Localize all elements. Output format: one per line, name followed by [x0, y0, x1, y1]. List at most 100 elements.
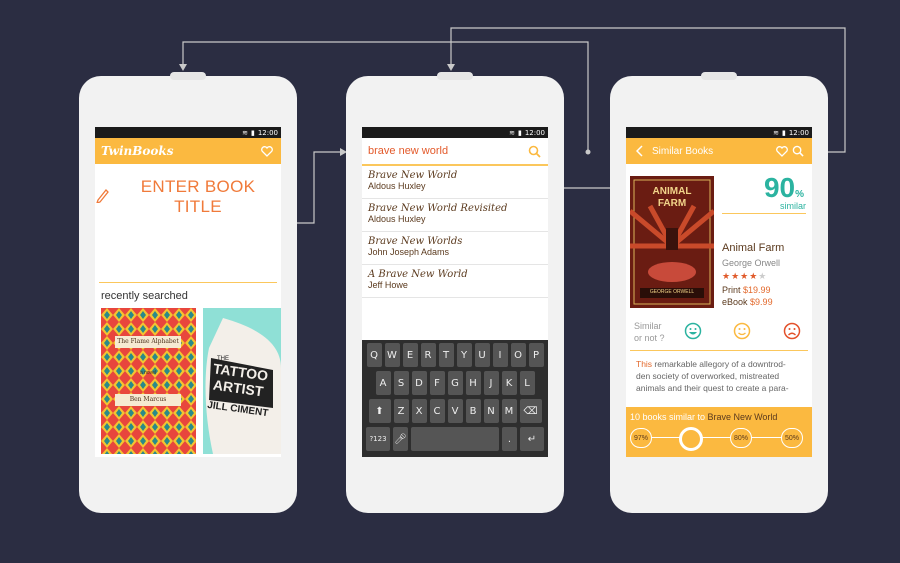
slider-stop-80[interactable]: 80%	[730, 428, 752, 448]
enter-book-title-button[interactable]: ENTER BOOK TITLE	[95, 177, 281, 217]
heart-icon[interactable]	[259, 143, 275, 159]
search-input[interactable]: brave new world	[368, 145, 526, 157]
key-a[interactable]: A	[375, 371, 391, 395]
key-k[interactable]: K	[501, 371, 517, 395]
book-cover-tattoo-artist[interactable]: THE TATTOO ARTIST JILL CIMENT	[203, 308, 281, 454]
key-y[interactable]: Y	[456, 343, 472, 367]
key-f[interactable]: F	[429, 371, 445, 395]
key-u[interactable]: U	[474, 343, 490, 367]
symbols-key[interactable]: ?123	[366, 427, 390, 451]
key-v[interactable]: V	[447, 399, 463, 423]
search-result[interactable]: Brave New World Revisited Aldous Huxley	[362, 199, 548, 232]
screen-similar: ≋ ▮ 12:00 Similar Books ANIMAL FARM GEOR…	[626, 127, 812, 457]
status-time: 12:00	[257, 128, 278, 137]
key-s[interactable]: S	[393, 371, 409, 395]
wifi-icon: ≋	[773, 128, 779, 137]
similar-count-text: 10 books similar to Brave New World	[630, 412, 778, 422]
period-key[interactable]: .	[502, 427, 517, 451]
divider	[630, 350, 808, 351]
phone-speaker	[170, 72, 206, 80]
keyboard-row-3: ⬆ ZXCVBNM ⌫	[364, 399, 546, 423]
battery-icon: ▮	[517, 128, 522, 137]
shift-key[interactable]: ⬆	[368, 399, 391, 423]
keyboard-letter-group: ZXCVBNM	[393, 399, 517, 423]
book-cover-animal-farm[interactable]: ANIMAL FARM GEORGE ORWELL	[628, 176, 716, 308]
screen-home: ≋ ▮ 12:00 TwinBooks ENTER BOOK TITLE rec…	[95, 127, 281, 457]
pencil-icon	[95, 187, 109, 208]
key-o[interactable]: O	[510, 343, 526, 367]
slider-stop-97[interactable]: 97%	[630, 428, 652, 448]
key-t[interactable]: T	[438, 343, 454, 367]
key-z[interactable]: Z	[393, 399, 409, 423]
key-g[interactable]: G	[447, 371, 463, 395]
search-icon[interactable]	[526, 143, 542, 159]
key-d[interactable]: D	[411, 371, 427, 395]
book-author: George Orwell	[722, 258, 781, 268]
key-x[interactable]: X	[411, 399, 427, 423]
key-p[interactable]: P	[528, 343, 544, 367]
star-rating: ★★★★★	[722, 271, 768, 281]
similar-question: Similar or not ?	[634, 321, 665, 343]
heart-icon[interactable]	[774, 143, 790, 159]
key-n[interactable]: N	[483, 399, 499, 423]
book-cover-flame-alphabet[interactable]: The Flame Alphabet a novel Ben Marcus	[101, 308, 196, 454]
status-time: 12:00	[788, 128, 809, 137]
result-author: Aldous Huxley	[368, 181, 426, 191]
key-r[interactable]: R	[420, 343, 436, 367]
status-bar: ≋ ▮ 12:00	[362, 127, 548, 138]
status-time: 12:00	[524, 128, 545, 137]
key-b[interactable]: B	[465, 399, 481, 423]
search-result[interactable]: Brave New World Aldous Huxley	[362, 166, 548, 199]
similarity-slider-track	[638, 437, 800, 438]
app-bar: TwinBooks	[95, 138, 281, 164]
status-bar: ≋ ▮ 12:00	[95, 127, 281, 138]
result-title: A Brave New World	[368, 269, 468, 280]
battery-icon: ▮	[781, 128, 786, 137]
search-icon[interactable]	[790, 143, 806, 159]
happy-face-icon[interactable]	[684, 322, 702, 340]
cover-title-line2: FARM	[657, 198, 687, 209]
slider-stop-50[interactable]: 50%	[781, 428, 803, 448]
key-w[interactable]: W	[384, 343, 400, 367]
app-bar: Similar Books	[626, 138, 812, 164]
divider	[99, 282, 277, 283]
key-j[interactable]: J	[483, 371, 499, 395]
key-h[interactable]: H	[465, 371, 481, 395]
key-i[interactable]: I	[492, 343, 508, 367]
cover1-author: Ben Marcus	[129, 396, 167, 403]
page-title: Similar Books	[652, 145, 714, 157]
cover1-title: The Flame Alphabet	[117, 338, 179, 345]
phone-speaker	[437, 72, 473, 80]
search-result[interactable]: Brave New Worlds John Joseph Adams	[362, 232, 548, 265]
keyboard-row-2: ASDFGHJKL	[364, 371, 546, 395]
enter-book-title-label: ENTER BOOK TITLE	[140, 177, 256, 216]
result-title: Brave New World Revisited	[368, 203, 508, 214]
print-price[interactable]: Print $19.99	[722, 285, 771, 295]
key-m[interactable]: M	[501, 399, 517, 423]
key-c[interactable]: C	[429, 399, 445, 423]
key-l[interactable]: L	[519, 371, 535, 395]
smile-face-icon[interactable]	[733, 322, 751, 340]
key-q[interactable]: Q	[366, 343, 382, 367]
slider-handle[interactable]	[679, 427, 703, 451]
divider	[722, 213, 806, 214]
backspace-key[interactable]: ⌫	[519, 399, 542, 423]
space-key[interactable]	[411, 427, 499, 451]
result-author: Aldous Huxley	[368, 214, 426, 224]
cover-author: GEORGE ORWELL	[649, 289, 695, 295]
back-icon[interactable]	[632, 143, 648, 159]
keyboard-row-4: ?123 🎤︎ . ↵	[364, 427, 546, 451]
search-result[interactable]: A Brave New World Jeff Howe	[362, 265, 548, 298]
search-bar[interactable]: brave new world	[362, 138, 548, 166]
sad-face-icon[interactable]	[783, 322, 801, 340]
enter-key[interactable]: ↵	[520, 427, 544, 451]
on-screen-keyboard: QWERTYUIOP ASDFGHJKL ⬆ ZXCVBNM ⌫ ?123 🎤︎…	[362, 340, 548, 457]
ebook-price[interactable]: eBook $9.99	[722, 297, 773, 307]
screen-search: ≋ ▮ 12:00 brave new world Brave New Worl…	[362, 127, 548, 457]
app-title: TwinBooks	[101, 144, 174, 158]
key-e[interactable]: E	[402, 343, 418, 367]
microphone-key[interactable]: 🎤︎	[393, 427, 408, 451]
cover1-subtitle: a novel	[139, 370, 157, 376]
similarity-percent: 90%	[763, 172, 804, 203]
keyboard-row-1: QWERTYUIOP	[364, 343, 546, 367]
